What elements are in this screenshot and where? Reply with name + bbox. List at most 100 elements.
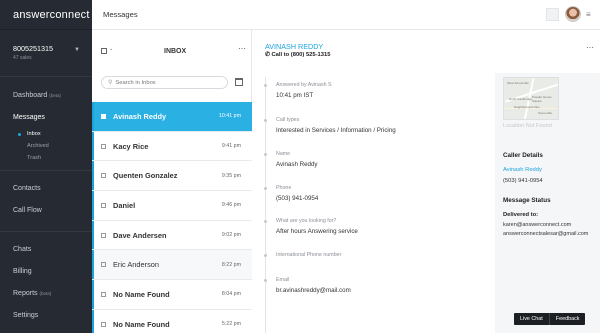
field-answered: Answered by Avinash S 10:41 pm IST (264, 82, 332, 99)
row-checkbox[interactable] (101, 202, 106, 208)
map-label: West Somerville (507, 81, 529, 85)
message-time: 10:41 pm (218, 113, 241, 120)
caller-details-title: Caller Details (503, 152, 543, 159)
location-map[interactable]: West Somerville Powder House Square Nort… (503, 77, 559, 120)
top-bar: Messages ≡ (92, 0, 600, 30)
subnav-trash[interactable]: Trash (18, 152, 92, 164)
row-checkbox[interactable] (101, 173, 106, 179)
divider (0, 231, 92, 232)
field-label: Name (276, 151, 291, 157)
sidebar-item-reports[interactable]: Reports (beta) (0, 282, 92, 304)
message-row[interactable]: Daniel 9:46 pm (92, 191, 252, 221)
message-row[interactable]: Quenten Gonzalez 9:35 pm (92, 161, 252, 192)
message-row[interactable]: Avinash Reddy 10:41 pm (92, 102, 252, 132)
caller-phone: (503) 941-0954 (503, 178, 543, 184)
message-row[interactable]: Dave Andersen 9:02 pm (92, 220, 252, 251)
sender-name: Quenten Gonzalez (113, 171, 178, 181)
message-list: Avinash Reddy 10:41 pm Kacy Rice 9:41 pm… (92, 102, 252, 333)
message-time: 9:35 pm (221, 172, 241, 179)
row-checkbox[interactable] (101, 143, 106, 149)
sidebar-item-label: Reports (13, 289, 38, 297)
notification-icon[interactable] (546, 8, 559, 21)
field-phone: Phone (503) 941-0954 (263, 185, 319, 202)
sender-name: No Name Found (113, 319, 170, 329)
message-time: 5:22 pm (221, 321, 241, 328)
menu-icon[interactable]: ≡ (586, 10, 591, 19)
divider (0, 170, 92, 171)
row-checkbox[interactable] (101, 113, 106, 119)
page-title: Messages (103, 10, 138, 19)
caller-heading: AVINASH REDDY (265, 42, 324, 51)
sidebar-item-callflow[interactable]: Call Flow (0, 199, 92, 221)
sidebar-item-settings[interactable]: Settings (0, 304, 92, 326)
message-row[interactable]: No Name Found 5:22 pm (92, 309, 252, 333)
field-label: International Phone number (276, 252, 342, 258)
account-number: 8005251315 (13, 44, 53, 53)
field-looking-for: What are you looking for? After hours An… (264, 218, 358, 235)
subnav-inbox[interactable]: Inbox (18, 128, 92, 140)
more-options-icon[interactable]: ··· (238, 44, 246, 53)
message-time: 9:02 pm (221, 232, 241, 239)
search-box[interactable]: ⚲ (101, 76, 228, 89)
field-value: Interested in Services / Information / P… (276, 127, 396, 134)
chevron-down-icon[interactable]: ⌄ (109, 46, 113, 52)
map-label: North Cambridge (509, 97, 532, 101)
calendar-icon[interactable] (235, 78, 243, 86)
avatar[interactable] (565, 6, 581, 22)
field-name: Name Avinash Reddy (264, 151, 318, 168)
inbox-title: INBOX (164, 48, 187, 55)
more-options-icon[interactable]: ··· (586, 43, 594, 52)
sidebar-item-label: Call Flow (13, 206, 42, 214)
message-time: 8:04 pm (221, 291, 241, 298)
row-checkbox[interactable] (101, 232, 106, 238)
feedback-button[interactable]: Feedback (550, 313, 586, 325)
sidebar-item-label: Messages (13, 113, 45, 121)
sender-name: Dave Andersen (113, 230, 167, 240)
beta-tag: (beta) (39, 290, 52, 296)
app: answerconnect·· 8005251315 47 sales ▼ Da… (0, 0, 600, 333)
call-to-text: Call to (800) 525-1315 (271, 52, 331, 58)
sidebar-item-contacts[interactable]: Contacts (0, 177, 92, 199)
map-label: Neighborhood Nine (514, 105, 540, 109)
message-time: 9:46 pm (221, 202, 241, 209)
delivered-label: Delivered to: (503, 212, 539, 218)
caller-name-link[interactable]: Avinash Reddy (503, 167, 542, 173)
sidebar-item-dashboard[interactable]: Dashboard (beta) (0, 84, 92, 106)
field-intl-phone: International Phone number (263, 252, 342, 262)
sidebar-item-label: Settings (13, 311, 39, 319)
sender-name: Daniel (113, 200, 136, 210)
message-time: 9:41 pm (221, 143, 241, 150)
field-label: Call types (276, 117, 300, 123)
field-label: What are you looking for? (276, 218, 337, 224)
sidebar-item-label: Chats (13, 245, 32, 253)
delivered-to: karen@answerconnect.com answerconnectsal… (503, 222, 589, 238)
sidebar-item-messages[interactable]: Messages (0, 106, 92, 128)
field-call-types: Call types Interested in Services / Info… (264, 117, 396, 134)
brand-logo[interactable]: answerconnect·· (0, 0, 98, 30)
live-chat-button[interactable]: Live Chat (514, 313, 549, 325)
phone-icon: ✆ (265, 52, 270, 58)
inbox-panel: ⌄ INBOX ··· ⚲ Avinash Reddy 10:41 pm Kac… (92, 30, 252, 333)
select-all-checkbox[interactable] (101, 48, 107, 54)
account-switcher[interactable]: 8005251315 47 sales ▼ (0, 30, 92, 77)
message-row[interactable]: Kacy Rice 9:41 pm (92, 131, 252, 162)
message-row[interactable]: No Name Found 8:04 pm (92, 280, 252, 310)
map-label: Powder House Square (532, 95, 552, 103)
row-checkbox[interactable] (101, 262, 106, 268)
row-checkbox[interactable] (101, 291, 106, 297)
search-input[interactable] (115, 79, 216, 86)
location-status: Location Not Found (503, 123, 552, 129)
message-row[interactable]: Eric Anderson 8:22 pm (92, 250, 252, 281)
sidebar-item-label: Contacts (13, 184, 41, 192)
account-sub: 47 sales (13, 55, 32, 61)
subnav-archived[interactable]: Archived (18, 140, 92, 152)
chevron-down-icon: ▼ (74, 47, 80, 53)
sender-name: Eric Anderson (113, 260, 160, 270)
sidebar-item-billing[interactable]: Billing (0, 260, 92, 282)
sidebar-item-chats[interactable]: Chats (0, 238, 92, 260)
brand-name: answerconnect (13, 8, 90, 21)
row-checkbox[interactable] (101, 321, 106, 327)
support-buttons: Live Chat Feedback (514, 313, 586, 325)
field-value: br.avinashreddy@mail.com (276, 287, 351, 294)
field-value: (503) 941-0954 (276, 195, 319, 202)
